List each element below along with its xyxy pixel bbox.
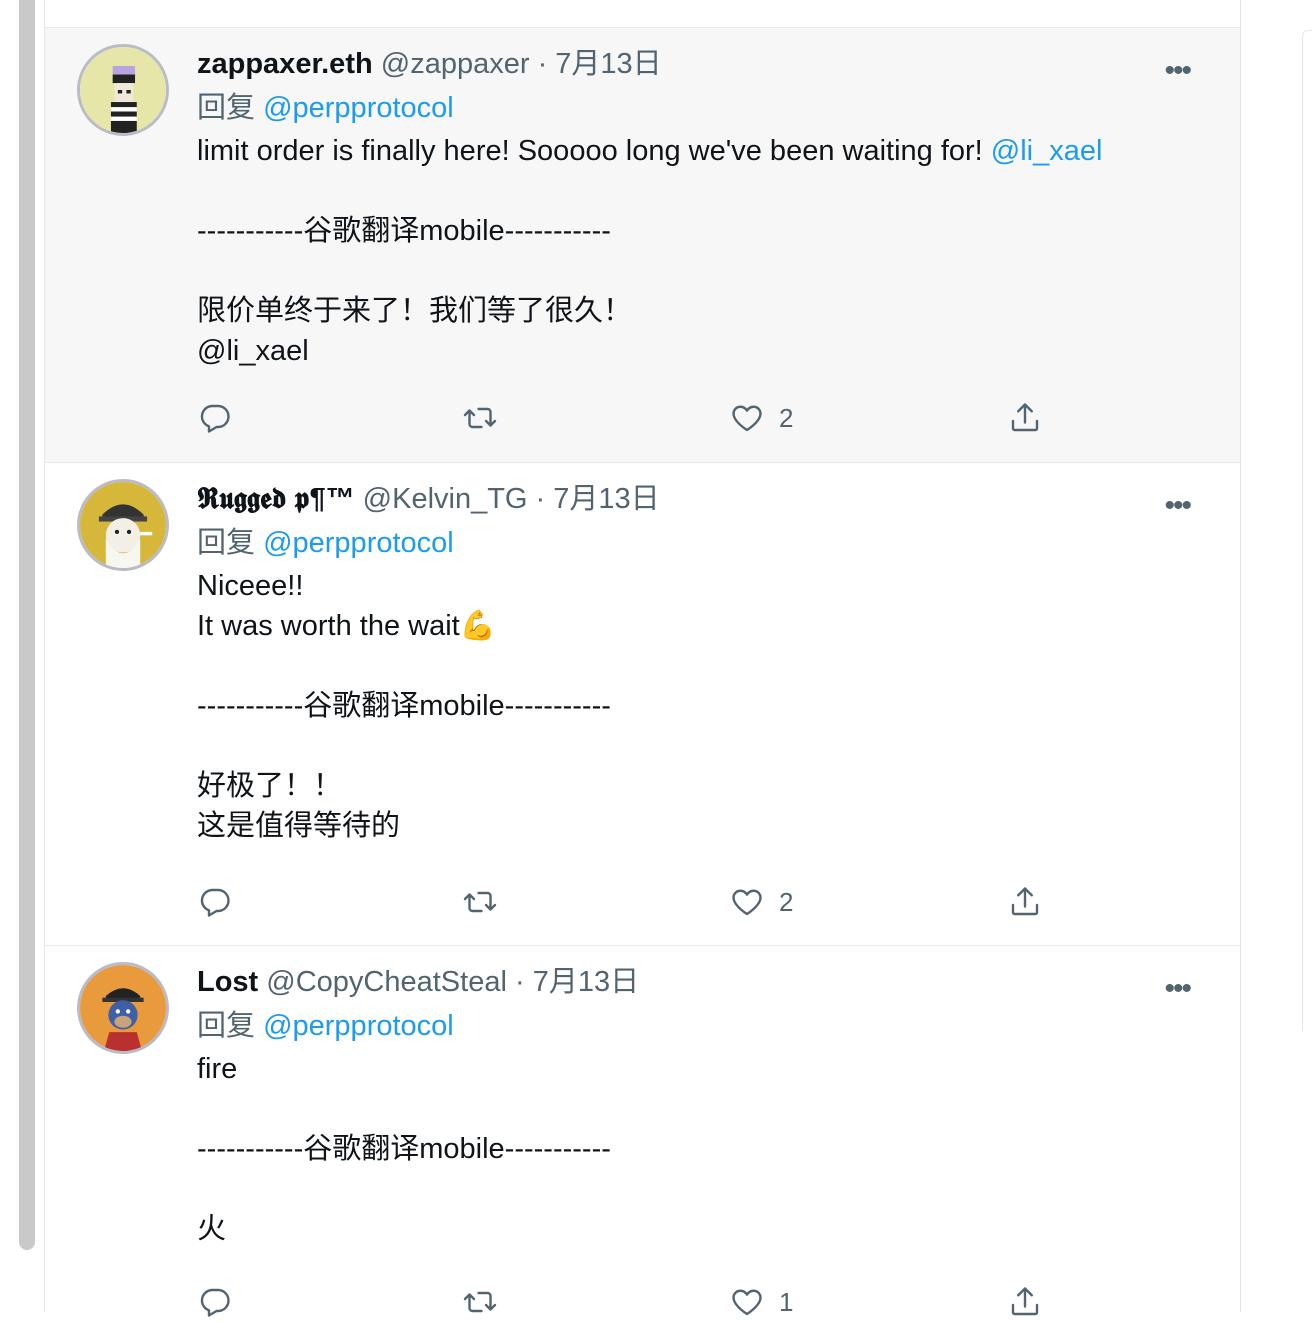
- display-name[interactable]: Lost: [197, 966, 258, 998]
- tweet-text: fire -----------谷歌翻译mobile----------- 火: [197, 1049, 1207, 1249]
- tweet-date[interactable]: 7月13日: [533, 966, 639, 998]
- like-button[interactable]: 2: [729, 398, 793, 438]
- text-line: It was worth the wait💪: [197, 610, 496, 642]
- reply-prefix: 回复: [197, 92, 256, 124]
- tweet-actions: 2: [197, 398, 1077, 438]
- heart-icon: [732, 405, 762, 432]
- share-icon: [1011, 403, 1039, 432]
- translation-line: @li_xael: [197, 335, 309, 367]
- tweet-actions: 2: [197, 882, 1077, 922]
- text-line: fire: [197, 1053, 238, 1085]
- translation-divider: -----------谷歌翻译mobile-----------: [197, 1133, 611, 1165]
- share-button[interactable]: [1007, 882, 1043, 922]
- share-button[interactable]: [1007, 398, 1043, 438]
- reply-icon: [200, 888, 230, 917]
- retweet-button[interactable]: [462, 398, 498, 438]
- avatar-image: [80, 482, 166, 568]
- user-handle[interactable]: @Kelvin_TG: [363, 483, 528, 515]
- reply-to-mention[interactable]: @perpprotocol: [263, 1010, 454, 1042]
- user-handle[interactable]: @zappaxer: [381, 48, 530, 80]
- text-segment: limit order is finally here! Sooooo long…: [197, 135, 991, 167]
- tweet[interactable]: ••• zappaxer.eth @zappaxer · 7月13日 回复 @p…: [45, 28, 1240, 463]
- like-count: 2: [779, 886, 794, 917]
- tweet-body: 𝕽𝖚𝖌𝖌𝖊𝖉 𝖕¶™ @Kelvin_TG · 7月13日 回复 @perppr…: [197, 479, 1207, 846]
- tweet[interactable]: ••• 𝕽𝖚𝖌𝖌𝖊𝖉 𝖕¶™ @Kelvin_TG · 7月13日 回复 @pe…: [45, 463, 1240, 946]
- tweet[interactable]: ••• Lost @CopyCheatSteal · 7月13日 回复 @per…: [45, 946, 1240, 1317]
- display-name[interactable]: zappaxer.eth: [197, 48, 373, 80]
- tweet-date[interactable]: 7月13日: [553, 483, 659, 515]
- translation-line: 这是值得等待的: [197, 810, 401, 842]
- reply-feed: ••• zappaxer.eth @zappaxer · 7月13日 回复 @p…: [45, 0, 1240, 1317]
- translation-divider: -----------谷歌翻译mobile-----------: [197, 690, 611, 722]
- like-button[interactable]: 2: [729, 882, 793, 922]
- translation-line: 好极了！！: [197, 770, 343, 802]
- translation-line: 限价单终于来了！我们等了很久！: [197, 295, 633, 327]
- tweet-actions: 1: [197, 1282, 1077, 1322]
- heart-icon: [732, 1289, 762, 1316]
- reply-button[interactable]: [197, 398, 233, 438]
- reply-button[interactable]: [197, 1282, 233, 1322]
- separator-dot: ·: [537, 48, 548, 80]
- translation-line: 火: [197, 1213, 227, 1245]
- share-button[interactable]: [1007, 1282, 1043, 1322]
- retweet-icon: [463, 1291, 497, 1313]
- translation-divider: -----------谷歌翻译mobile-----------: [197, 215, 611, 247]
- reply-icon: [200, 404, 230, 433]
- reply-to-mention[interactable]: @perpprotocol: [263, 92, 454, 124]
- reply-prefix: 回复: [197, 1010, 256, 1042]
- reply-context: 回复 @perpprotocol: [197, 86, 1207, 130]
- share-icon: [1011, 1287, 1039, 1316]
- previous-tweet-edge: [45, 0, 1240, 28]
- tweet-date[interactable]: 7月13日: [555, 48, 661, 80]
- reply-prefix: 回复: [197, 527, 256, 559]
- tweet-body: Lost @CopyCheatSteal · 7月13日 回复 @perppro…: [197, 962, 1207, 1249]
- avatar-image: [80, 965, 166, 1051]
- reply-to-mention[interactable]: @perpprotocol: [263, 527, 454, 559]
- like-count: 2: [779, 402, 794, 433]
- tweet-text: Niceee!! It was worth the wait💪 --------…: [197, 566, 1207, 846]
- like-count: 1: [779, 1286, 794, 1317]
- separator-dot: ·: [514, 966, 525, 998]
- avatar[interactable]: [77, 44, 169, 136]
- tweet-body: zappaxer.eth @zappaxer · 7月13日 回复 @perpp…: [197, 44, 1207, 371]
- inline-mention[interactable]: @li_xael: [991, 135, 1103, 167]
- avatar[interactable]: [77, 962, 169, 1054]
- right-column-edge: [1240, 0, 1312, 1312]
- text-line: Niceee!!: [197, 570, 304, 602]
- tweet-header: zappaxer.eth @zappaxer · 7月13日: [197, 44, 1207, 84]
- retweet-icon: [463, 407, 497, 429]
- share-icon: [1011, 887, 1039, 916]
- sidebar-card-edge: [1302, 30, 1312, 1031]
- separator-dot: ·: [535, 483, 546, 515]
- reply-icon: [200, 1288, 230, 1317]
- heart-icon: [732, 889, 762, 916]
- retweet-icon: [463, 891, 497, 913]
- tweet-text: limit order is finally here! Sooooo long…: [197, 131, 1207, 371]
- tweet-header: Lost @CopyCheatSteal · 7月13日: [197, 962, 1207, 1002]
- retweet-button[interactable]: [462, 1282, 498, 1322]
- reply-button[interactable]: [197, 882, 233, 922]
- user-handle[interactable]: @CopyCheatSteal: [266, 966, 507, 998]
- reply-context: 回复 @perpprotocol: [197, 1004, 1207, 1048]
- scrollbar[interactable]: [19, 0, 35, 1250]
- retweet-button[interactable]: [462, 882, 498, 922]
- avatar[interactable]: [77, 479, 169, 571]
- display-name[interactable]: 𝕽𝖚𝖌𝖌𝖊𝖉 𝖕¶™: [197, 483, 355, 515]
- avatar-image: [80, 47, 166, 133]
- reply-context: 回复 @perpprotocol: [197, 521, 1207, 565]
- tweet-header: 𝕽𝖚𝖌𝖌𝖊𝖉 𝖕¶™ @Kelvin_TG · 7月13日: [197, 479, 1207, 519]
- like-button[interactable]: 1: [729, 1282, 793, 1322]
- left-rail: [0, 0, 45, 1312]
